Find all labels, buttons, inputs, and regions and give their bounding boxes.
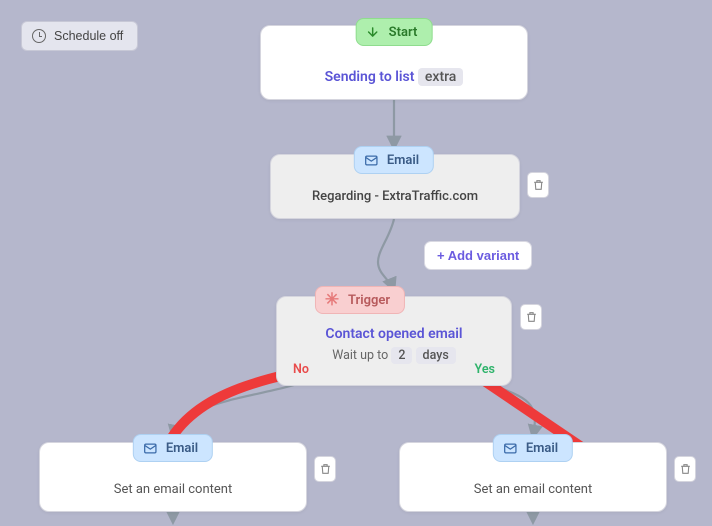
trigger-no-label: No [293,362,309,377]
email1-subject: Regarding - ExtraTraffic.com [312,189,478,204]
trigger-wait-value: 2 [391,347,412,364]
trigger-yes-label: Yes [475,362,495,377]
schedule-button[interactable]: Schedule off [21,21,138,51]
clock-icon [32,29,46,43]
arrow-down-icon [365,24,381,40]
trigger-wait-unit: days [416,347,456,364]
trigger-pill: ✳ Trigger [315,286,405,314]
email-pill-label: Email [526,441,558,456]
email-pill-label: Email [387,153,419,168]
delete-trigger-button[interactable] [520,304,542,330]
mail-icon [502,440,518,456]
add-variant-label: + Add variant [437,248,519,263]
mail-icon [142,440,158,456]
asterisk-icon: ✳ [324,292,340,308]
start-pill-label: Start [389,25,418,40]
email-pill-1: Email [354,146,434,174]
trigger-title: Contact opened email [325,326,462,342]
start-text: Sending to list [325,69,415,85]
start-list-chip: extra [418,68,463,86]
schedule-label: Schedule off [54,29,123,43]
delete-email-no-button[interactable] [314,456,336,482]
add-variant-button[interactable]: + Add variant [424,241,532,270]
email-pill-no: Email [133,434,213,462]
mail-icon [363,152,379,168]
start-pill: Start [356,18,433,46]
email-no-placeholder: Set an email content [114,482,232,497]
delete-email1-button[interactable] [527,172,549,198]
delete-email-yes-button[interactable] [674,456,696,482]
email-yes-placeholder: Set an email content [474,482,592,497]
email-pill-label: Email [166,441,198,456]
trigger-pill-label: Trigger [348,293,390,308]
email-pill-yes: Email [493,434,573,462]
trigger-wait-line: Wait up to 2 days [332,348,456,363]
